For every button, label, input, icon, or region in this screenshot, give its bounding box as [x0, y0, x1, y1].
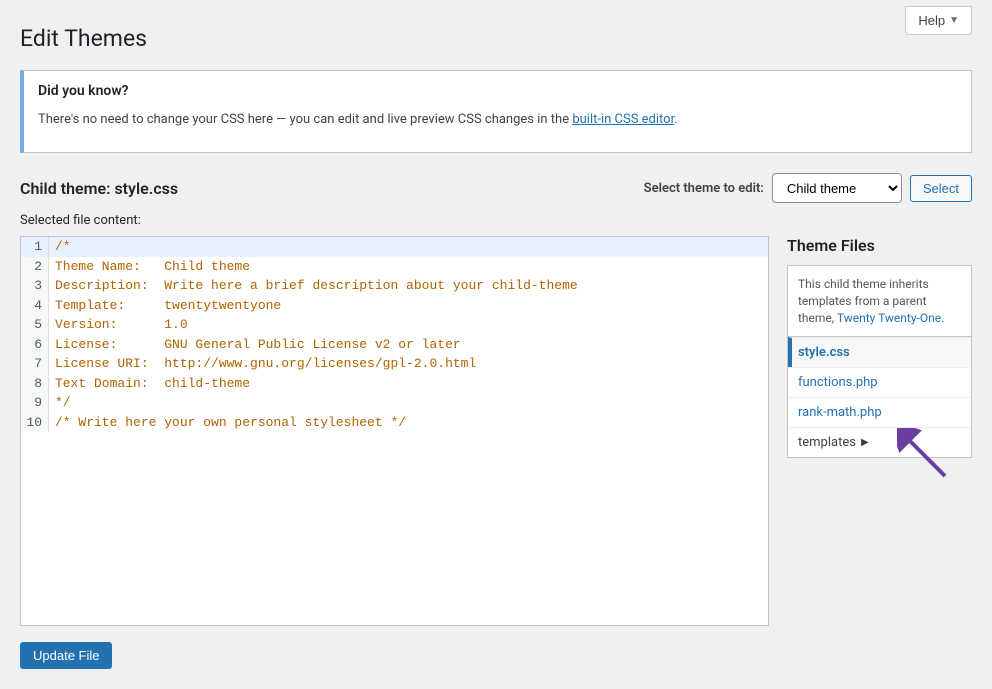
folder-arrow-icon: ▶ — [861, 437, 869, 448]
code-text: Template: twentytwentyone — [49, 296, 281, 316]
file-item-functions[interactable]: functions.php — [788, 367, 971, 397]
parent-theme-link[interactable]: Twenty Twenty-One — [837, 311, 941, 325]
line-number: 3 — [21, 276, 49, 296]
selected-file-label: Selected file content: — [20, 213, 972, 228]
code-line[interactable]: 7License URI: http://www.gnu.org/license… — [21, 354, 768, 374]
page-title: Edit Themes — [20, 25, 972, 52]
notice-body: There's no need to change your CSS here … — [38, 112, 957, 127]
code-line[interactable]: 4Template: twentytwentyone — [21, 296, 768, 316]
info-notice: Did you know? There's no need to change … — [20, 70, 972, 153]
update-file-button[interactable]: Update File — [20, 642, 112, 669]
code-line[interactable]: 5Version: 1.0 — [21, 315, 768, 335]
line-number: 7 — [21, 354, 49, 374]
file-item-rankmath[interactable]: rank-math.php — [788, 397, 971, 427]
code-text: /* — [49, 237, 71, 257]
line-number: 5 — [21, 315, 49, 335]
code-line[interactable]: 3Description: Write here a brief descrip… — [21, 276, 768, 296]
code-text: Description: Write here a brief descript… — [49, 276, 578, 296]
file-item-templates[interactable]: templates ▶ — [788, 427, 971, 457]
sidebar-description: This child theme inherits templates from… — [787, 265, 972, 337]
line-number: 1 — [21, 237, 49, 257]
notice-title: Did you know? — [38, 83, 957, 99]
file-heading: Child theme: style.css — [20, 179, 178, 198]
file-list: style.css functions.php rank-math.php te… — [787, 337, 972, 458]
help-label: Help — [918, 13, 945, 28]
line-number: 10 — [21, 413, 49, 433]
theme-select[interactable]: Child theme — [772, 173, 902, 203]
notice-link[interactable]: built-in CSS editor — [572, 112, 674, 127]
code-text: Version: 1.0 — [49, 315, 188, 335]
code-text: License: GNU General Public License v2 o… — [49, 335, 461, 355]
line-number: 4 — [21, 296, 49, 316]
code-text: Theme Name: Child theme — [49, 257, 250, 277]
code-line[interactable]: 1/* — [21, 237, 768, 257]
code-line[interactable]: 2Theme Name: Child theme — [21, 257, 768, 277]
caret-down-icon: ▼ — [949, 15, 959, 26]
code-line[interactable]: 10/* Write here your own personal styles… — [21, 413, 768, 433]
code-text: */ — [49, 393, 71, 413]
sidebar-heading: Theme Files — [787, 236, 972, 255]
select-button[interactable]: Select — [910, 175, 972, 202]
code-text: License URI: http://www.gnu.org/licenses… — [49, 354, 476, 374]
line-number: 8 — [21, 374, 49, 394]
file-item-style[interactable]: style.css — [788, 337, 971, 367]
line-number: 6 — [21, 335, 49, 355]
select-theme-label: Select theme to edit: — [644, 181, 764, 196]
code-line[interactable]: 9*/ — [21, 393, 768, 413]
code-line[interactable]: 6License: GNU General Public License v2 … — [21, 335, 768, 355]
code-editor[interactable]: 1/*2Theme Name: Child theme3Description:… — [20, 236, 769, 626]
line-number: 9 — [21, 393, 49, 413]
code-text: Text Domain: child-theme — [49, 374, 250, 394]
code-text: /* Write here your own personal styleshe… — [49, 413, 406, 433]
code-line[interactable]: 8Text Domain: child-theme — [21, 374, 768, 394]
help-button[interactable]: Help ▼ — [905, 6, 972, 35]
line-number: 2 — [21, 257, 49, 277]
